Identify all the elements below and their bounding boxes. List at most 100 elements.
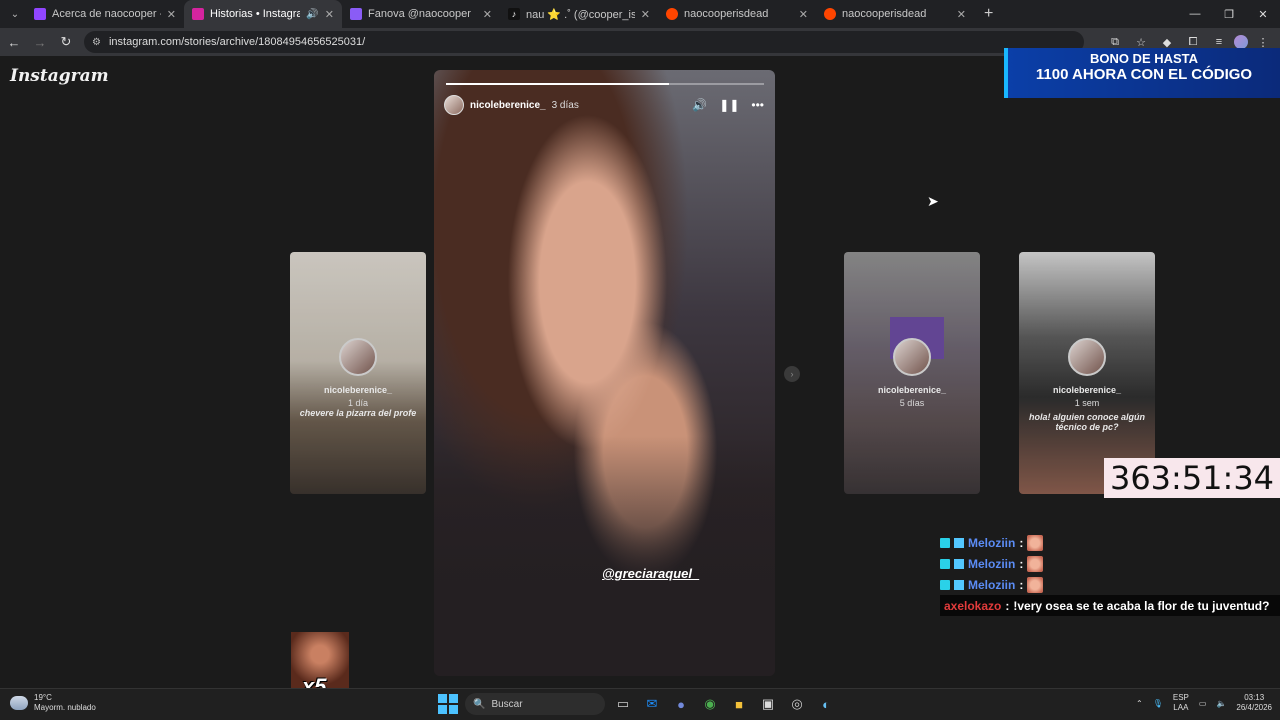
weather-widget[interactable]: 19°C Mayorm. nublado [10,693,96,713]
tab-title: Fanova @naocooper [368,8,471,20]
reddit-icon [666,8,678,20]
chat-separator: : [1019,535,1024,550]
file-explorer-icon[interactable]: ■ [728,693,750,715]
keyboard-layout: LAA [1173,703,1189,712]
story-mention[interactable]: @greciaraquel_ [602,566,699,581]
discord-icon[interactable]: ● [670,693,692,715]
microphone-icon[interactable]: 🎙 [1153,699,1163,708]
chat-message: axelokazo : !very osea se te acaba la fl… [940,595,1280,616]
fanova-icon [350,8,362,20]
side-story-next-1[interactable]: nicoleberenice_ 5 días [844,252,980,494]
language-indicator[interactable]: ESP LAA [1173,693,1189,713]
speaker-icon[interactable]: 🔊 [306,9,318,20]
promo-line-2: 1100 AHORA CON EL CÓDIGO [1035,66,1253,83]
avatar[interactable] [444,95,464,115]
store-icon[interactable]: ▣ [757,693,779,715]
clock-date: 26/4/2026 [1236,703,1272,712]
chat-message: Meloziin : [940,532,1280,553]
instagram-page: Instagram nicoleberenice_ 1 día chevere … [0,48,1280,699]
tab-title: Acerca de naocooper - Twitch [52,8,161,20]
reload-icon[interactable]: ↻ [54,30,78,54]
profile-avatar[interactable] [1234,35,1248,49]
tab-title: Historias • Instagram [210,8,301,20]
taskbar-search[interactable]: 🔍 Buscar [465,693,605,715]
outlook-icon[interactable]: ✉ [641,693,663,715]
main-story[interactable]: nicoleberenice_ 3 días 🔊 ❚❚ ••• @greciar… [434,70,775,676]
avatar [893,338,931,376]
tab-instagram[interactable]: Historias • Instagram 🔊 ✕ [184,0,342,28]
tab-search-button[interactable]: ⌄ [4,3,26,25]
close-window-icon[interactable]: ✕ [1246,0,1280,28]
instagram-icon [192,8,204,20]
windows-taskbar: 19°C Mayorm. nublado 🔍 Buscar ▭ ✉ ● ◉ ■ … [0,688,1280,720]
chevron-right-icon[interactable]: › [784,366,800,382]
badge-icon [954,579,964,590]
chevron-up-icon[interactable]: ⌃ [1136,699,1143,708]
tab-tiktok[interactable]: ♪ nau ⭐ .˚ (@cooper_is_dead) | T ✕ [500,0,658,28]
clock-time: 03:13 [1244,693,1265,702]
story-username: nicoleberenice_ [877,385,947,395]
chat-message: Meloziin : [940,553,1280,574]
new-tab-button[interactable]: + [984,5,993,23]
instagram-logo[interactable]: Instagram [10,66,109,86]
badge-icon [954,537,964,548]
site-info-icon[interactable]: ⚙ [92,37,101,48]
restore-icon[interactable]: ❐ [1212,0,1246,28]
avatar [339,338,377,376]
tab-title: naocooperisdead [842,8,927,20]
side-story-previous[interactable]: nicoleberenice_ 1 día chevere la pizarra… [290,252,426,494]
chat-username: Meloziin [968,577,1016,592]
story-time: 1 día [347,398,369,408]
more-options-icon[interactable]: ••• [751,98,764,112]
weather-condition: Mayorm. nublado [34,703,96,712]
back-icon[interactable]: ← [2,30,26,54]
system-tray: ⌃ 🎙 ESP LAA ▭ 🔈 03:13 26/4/2026 [1136,693,1272,713]
windows-start-icon[interactable] [438,694,458,714]
tab-twitch[interactable]: Acerca de naocooper - Twitch ✕ [26,0,184,28]
emote-icon [1027,555,1044,572]
window-controls: — ❐ ✕ [1178,0,1280,28]
chat-separator: : [1019,556,1024,571]
volume-icon[interactable]: 🔊 [692,98,707,112]
minimize-icon[interactable]: — [1178,0,1212,28]
close-icon[interactable]: ✕ [641,8,650,21]
story-time: 1 sem [1074,398,1100,408]
language-code: ESP [1172,693,1189,702]
twitch-icon [34,8,46,20]
system-clock[interactable]: 03:13 26/4/2026 [1236,693,1272,713]
close-icon[interactable]: ✕ [167,8,176,21]
story-username: nicoleberenice_ [1052,385,1122,395]
obs-icon[interactable]: ◎ [786,693,808,715]
address-bar[interactable]: ⚙ instagram.com/stories/archive/18084954… [84,31,1084,53]
close-icon[interactable]: ✕ [325,8,334,21]
reddit-icon [824,8,836,20]
badge-icon [940,537,950,548]
chat-separator: : [1019,577,1024,592]
task-view-icon[interactable]: ▭ [612,693,634,715]
stream-chat: Meloziin : Meloziin : Meloziin : axeloka… [940,532,1280,616]
network-icon[interactable]: ▭ [1199,699,1207,708]
steam-icon[interactable]: ◐ [815,693,837,715]
story-username[interactable]: nicoleberenice_ [470,100,546,111]
tiktok-icon: ♪ [508,8,520,20]
url-text: instagram.com/stories/archive/1808495465… [108,36,366,48]
close-icon[interactable]: ✕ [957,8,966,21]
pause-icon[interactable]: ❚❚ [719,98,739,112]
chrome-icon[interactable]: ◉ [699,693,721,715]
story-time: 5 días [899,398,925,408]
tab-reddit-1[interactable]: naocooperisdead ✕ [658,0,816,28]
taskbar-apps: 🔍 Buscar ▭ ✉ ● ◉ ■ ▣ ◎ ◐ [438,693,837,715]
stream-timer: 363:51:34 [1104,458,1280,498]
tab-reddit-2[interactable]: naocooperisdead ✕ [816,0,974,28]
chat-text: !very osea se te acaba la flor de tu juv… [1013,598,1270,613]
promo-line-1: BONO DE HASTA [1089,51,1199,66]
tab-fanova[interactable]: Fanova @naocooper ✕ [342,0,500,28]
story-time: 3 días [551,99,579,111]
chat-username: Meloziin [968,535,1016,550]
search-icon: 🔍 [473,698,486,710]
volume-icon[interactable]: 🔈 [1216,699,1226,708]
close-icon[interactable]: ✕ [483,8,492,21]
story-progress-bar [446,83,764,85]
forward-icon[interactable]: → [28,30,52,54]
close-icon[interactable]: ✕ [799,8,808,21]
